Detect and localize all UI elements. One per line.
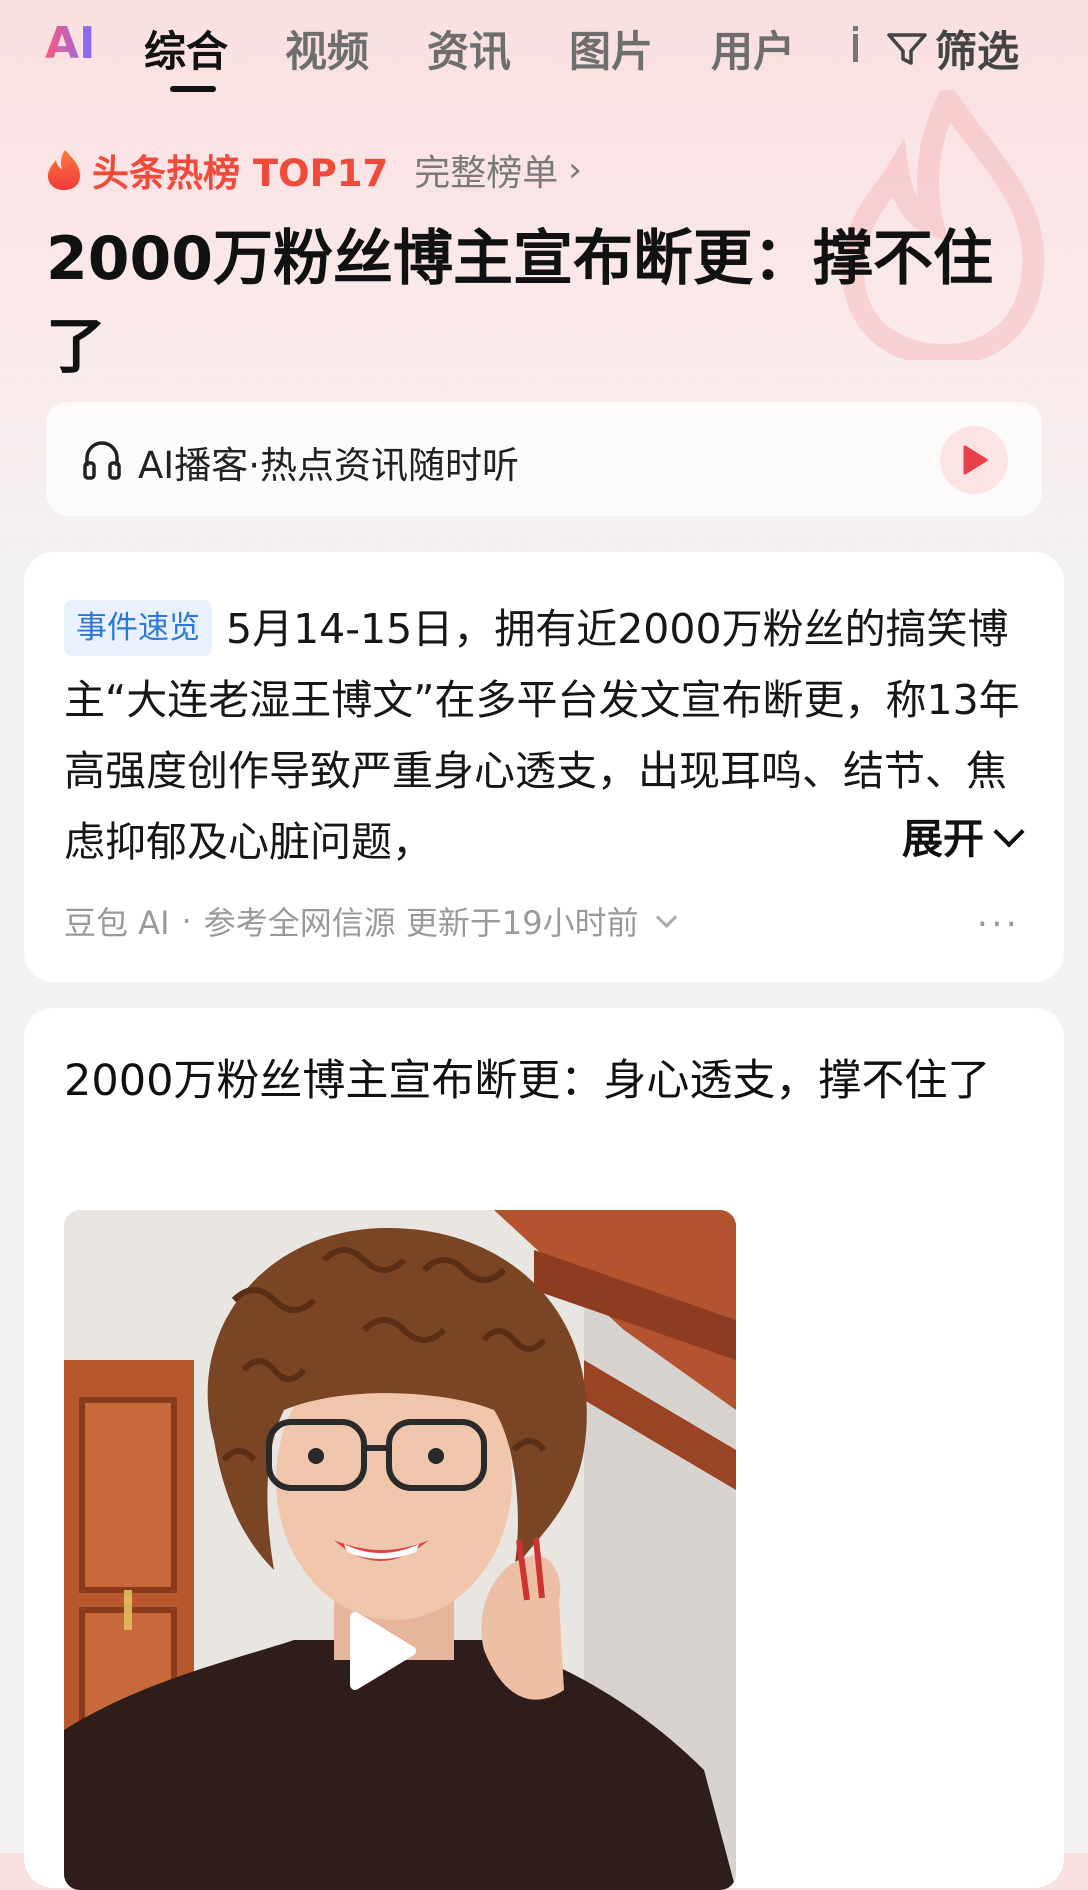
- ai-logo[interactable]: AI: [45, 18, 95, 69]
- tab-users[interactable]: 用户: [711, 18, 795, 79]
- source-line[interactable]: 豆包 AI · 参考全网信源 更新于19小时前: [64, 898, 677, 944]
- chevron-down-icon: [993, 816, 1025, 848]
- source-ai-label: 豆包 AI: [64, 904, 170, 942]
- tab-images[interactable]: 图片: [569, 18, 653, 79]
- play-icon: [963, 445, 988, 475]
- headphones-icon: [83, 441, 121, 480]
- tab-video[interactable]: 视频: [285, 18, 369, 79]
- scroll-indicator: [1018, 1835, 1061, 1845]
- hot-list-header[interactable]: 头条热榜 TOP17 完整榜单 ›: [46, 148, 582, 195]
- event-summary-card: 事件速览 5月14-15日，拥有近2000万粉丝的搞笑博主“大连老湿王博文”在多平…: [24, 552, 1064, 982]
- ai-podcast-bar[interactable]: AI播客·热点资讯随时听: [46, 402, 1042, 516]
- filter-icon: [887, 32, 927, 65]
- full-list-link[interactable]: 完整榜单: [414, 144, 558, 196]
- hot-headline[interactable]: 2000万粉丝博主宣布断更：撑不住了: [46, 215, 1046, 391]
- podcast-label: AI播客·热点资讯随时听: [138, 444, 519, 487]
- video-result-card[interactable]: 2000万粉丝博主宣布断更：身心透支，撑不住了: [24, 1008, 1064, 1890]
- podcast-play-button[interactable]: [940, 426, 1008, 494]
- video-play-icon[interactable]: [347, 1611, 417, 1691]
- tab-news[interactable]: 资讯: [427, 18, 511, 79]
- expand-label: 展开: [902, 815, 984, 863]
- source-separator: ·: [181, 902, 192, 940]
- source-info: 参考全网信源 更新于19小时前: [203, 904, 639, 942]
- tab-overflow-edge: [853, 26, 858, 62]
- video-thumbnail[interactable]: [64, 1210, 736, 1890]
- chevron-down-icon: [655, 906, 677, 928]
- video-title[interactable]: 2000万粉丝博主宣布断更：身心透支，撑不住了: [64, 1046, 1024, 1116]
- active-tab-indicator: [170, 86, 216, 92]
- tab-comprehensive[interactable]: 综合: [144, 18, 228, 79]
- hot-list-rank: 头条热榜 TOP17: [92, 152, 389, 195]
- filter-label: 筛选: [935, 27, 1020, 76]
- video-thumbnail-image: [64, 1210, 736, 1890]
- expand-button[interactable]: 展开: [862, 804, 1025, 875]
- flame-icon: [48, 150, 80, 190]
- more-options-button[interactable]: ···: [977, 904, 1020, 945]
- top-tab-bar: AI 综合 视频 资讯 图片 用户 筛选: [0, 0, 1088, 95]
- filter-button[interactable]: 筛选: [885, 18, 1019, 79]
- chevron-right-icon: ›: [568, 150, 582, 190]
- event-summary-tag: 事件速览: [64, 600, 212, 656]
